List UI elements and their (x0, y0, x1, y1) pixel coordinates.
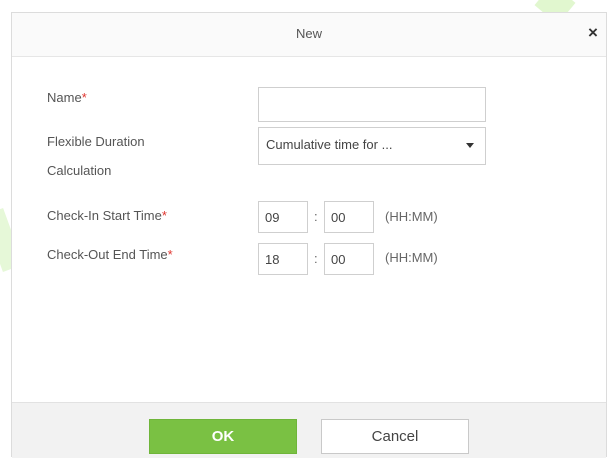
required-mark: * (161, 208, 167, 223)
dialog-title: New (295, 26, 322, 41)
dialog-footer: OK Cancel (12, 402, 606, 458)
flexible-duration-value: Cumulative time for ... (266, 137, 393, 152)
close-icon[interactable]: × (584, 24, 602, 42)
time-separator: : (314, 209, 318, 224)
check-in-hour-input[interactable] (258, 201, 308, 233)
dialog-body: Name* Flexible Duration Calculation Cumu… (12, 57, 606, 402)
check-in-label: Check-In Start Time* (47, 208, 167, 223)
flexible-duration-label: Flexible Duration (47, 134, 145, 149)
flexible-duration-select[interactable]: Cumulative time for ... (258, 127, 486, 165)
cancel-button[interactable]: Cancel (321, 419, 469, 454)
name-label: Name* (47, 90, 87, 105)
check-out-label: Check-Out End Time* (47, 247, 173, 262)
flexible-calculation-label: Calculation (47, 163, 112, 178)
ok-button[interactable]: OK (149, 419, 297, 454)
chevron-down-icon (466, 143, 474, 148)
dialog-titlebar: New × (12, 13, 606, 57)
time-separator: : (314, 251, 318, 266)
check-in-format-hint: (HH:MM) (385, 209, 438, 224)
check-out-hour-input[interactable] (258, 243, 308, 275)
required-mark: * (81, 90, 87, 105)
new-dialog: New × Name* Flexible Duration Calculatio… (11, 12, 607, 458)
check-in-minute-input[interactable] (324, 201, 374, 233)
required-mark: * (167, 247, 173, 262)
check-out-minute-input[interactable] (324, 243, 374, 275)
check-out-format-hint: (HH:MM) (385, 250, 438, 265)
name-input[interactable] (258, 87, 486, 122)
